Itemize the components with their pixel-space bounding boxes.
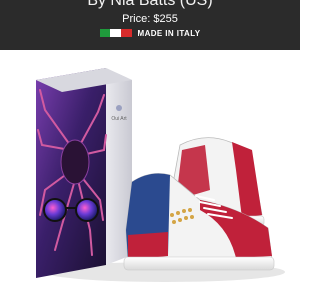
shoe-box: Oui Art (36, 68, 132, 278)
made-in-badge: MADE IN ITALY (0, 27, 300, 39)
box-logo-icon (116, 105, 122, 111)
product-header: By Nia Batts (US) Price: $255 MADE IN IT… (0, 0, 300, 50)
product-image: Oui Art (0, 50, 300, 300)
sole (123, 256, 275, 271)
designer-byline: By Nia Batts (US) (87, 0, 213, 9)
italy-flag-icon (99, 29, 132, 37)
sneaker-pair (123, 137, 275, 271)
price-label: Price: $255 (122, 13, 178, 25)
spider-body (60, 139, 90, 185)
box-logo: Oui Art (111, 116, 127, 122)
made-in-label: MADE IN ITALY (137, 28, 201, 38)
product-render: Oui Art (36, 68, 285, 282)
